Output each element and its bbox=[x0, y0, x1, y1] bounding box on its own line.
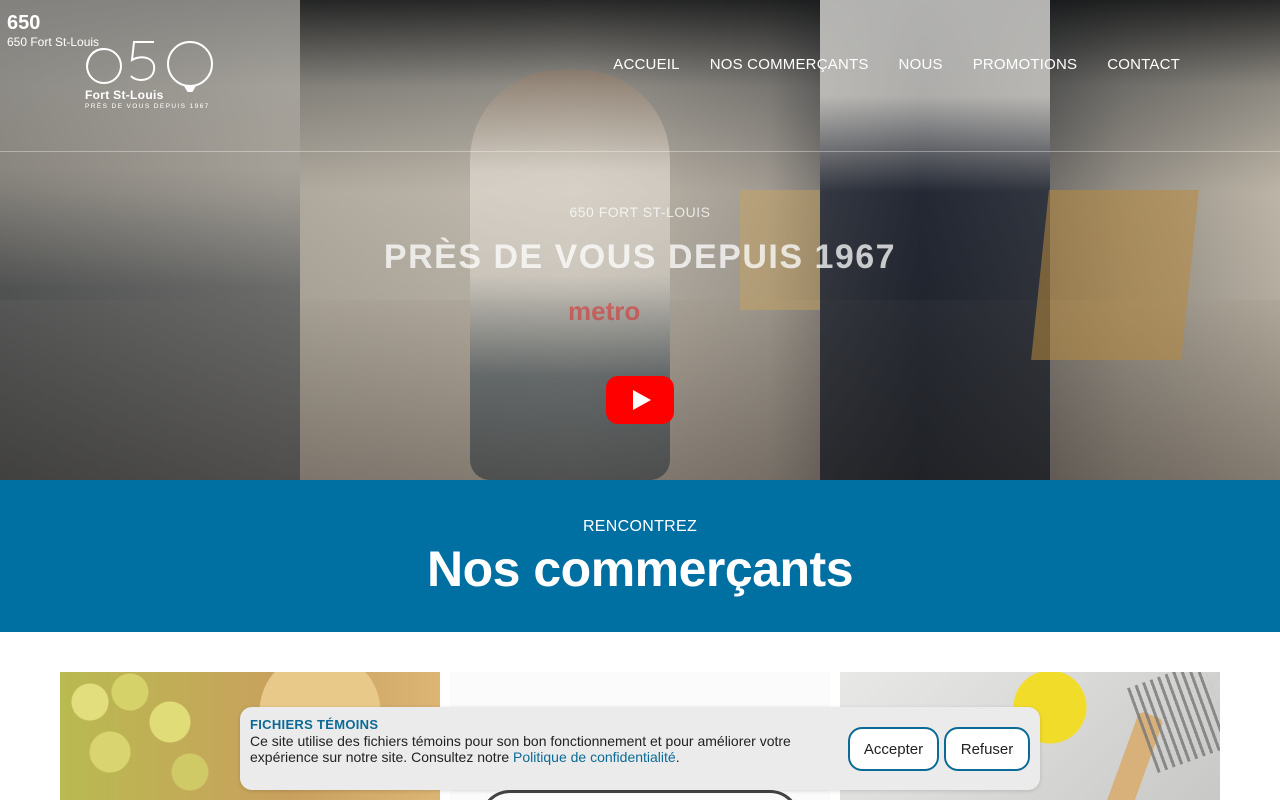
section-kicker: RENCONTREZ bbox=[582, 518, 698, 535]
nav-contact[interactable]: CONTACT bbox=[1107, 56, 1180, 73]
cookie-title: FICHIERS TÉMOINS bbox=[250, 717, 379, 732]
nav-accueil[interactable]: ACCUEIL bbox=[613, 56, 679, 73]
privacy-policy-link[interactable]: Politique de confidentialité bbox=[513, 749, 676, 765]
cookie-banner: FICHIERS TÉMOINS Ce site utilise des fic… bbox=[240, 707, 1040, 790]
section-heading: Nos commerçants bbox=[427, 541, 854, 597]
site-logo[interactable]: Fort St-Louis PRÈS DE VOUS DEPUIS 1967 bbox=[84, 36, 224, 116]
logo-tagline: PRÈS DE VOUS DEPUIS 1967 bbox=[85, 103, 210, 110]
logo-650-icon bbox=[86, 41, 213, 92]
merchant-card-2-graphic bbox=[480, 790, 800, 800]
accept-cookies-button[interactable]: Accepter bbox=[848, 727, 939, 771]
header-divider bbox=[0, 151, 1280, 152]
hero-video[interactable]: 650 650 Fort St-Louis Fort St-Louis PRÈS… bbox=[0, 0, 1280, 480]
store-sign-text: metro bbox=[568, 296, 641, 326]
nav-nous[interactable]: NOUS bbox=[899, 56, 943, 73]
cookie-text: Ce site utilise des fichiers témoins pou… bbox=[250, 733, 830, 765]
nav-promotions[interactable]: PROMOTIONS bbox=[973, 56, 1078, 73]
hero-subtitle: 650 FORT ST-LOUIS bbox=[569, 204, 711, 220]
logo-name: Fort St-Louis bbox=[85, 88, 164, 102]
hero-title: PRÈS DE VOUS DEPUIS 1967 bbox=[383, 238, 897, 276]
main-nav: ACCUEIL NOS COMMERÇANTS NOUS PROMOTIONS … bbox=[613, 56, 1180, 73]
brand-corner-name: 650 Fort St-Louis bbox=[7, 35, 100, 49]
play-icon bbox=[633, 390, 651, 410]
brand-corner-number: 650 bbox=[7, 12, 41, 34]
cookie-text-suffix: . bbox=[675, 749, 680, 765]
youtube-play-button[interactable] bbox=[606, 376, 674, 424]
refuse-cookies-button[interactable]: Refuser bbox=[944, 727, 1030, 771]
brand-corner: 650 650 Fort St-Louis bbox=[7, 12, 99, 50]
nav-nos-commercants[interactable]: NOS COMMERÇANTS bbox=[710, 56, 869, 73]
merchants-banner: RENCONTREZ Nos commerçants bbox=[0, 480, 1280, 632]
